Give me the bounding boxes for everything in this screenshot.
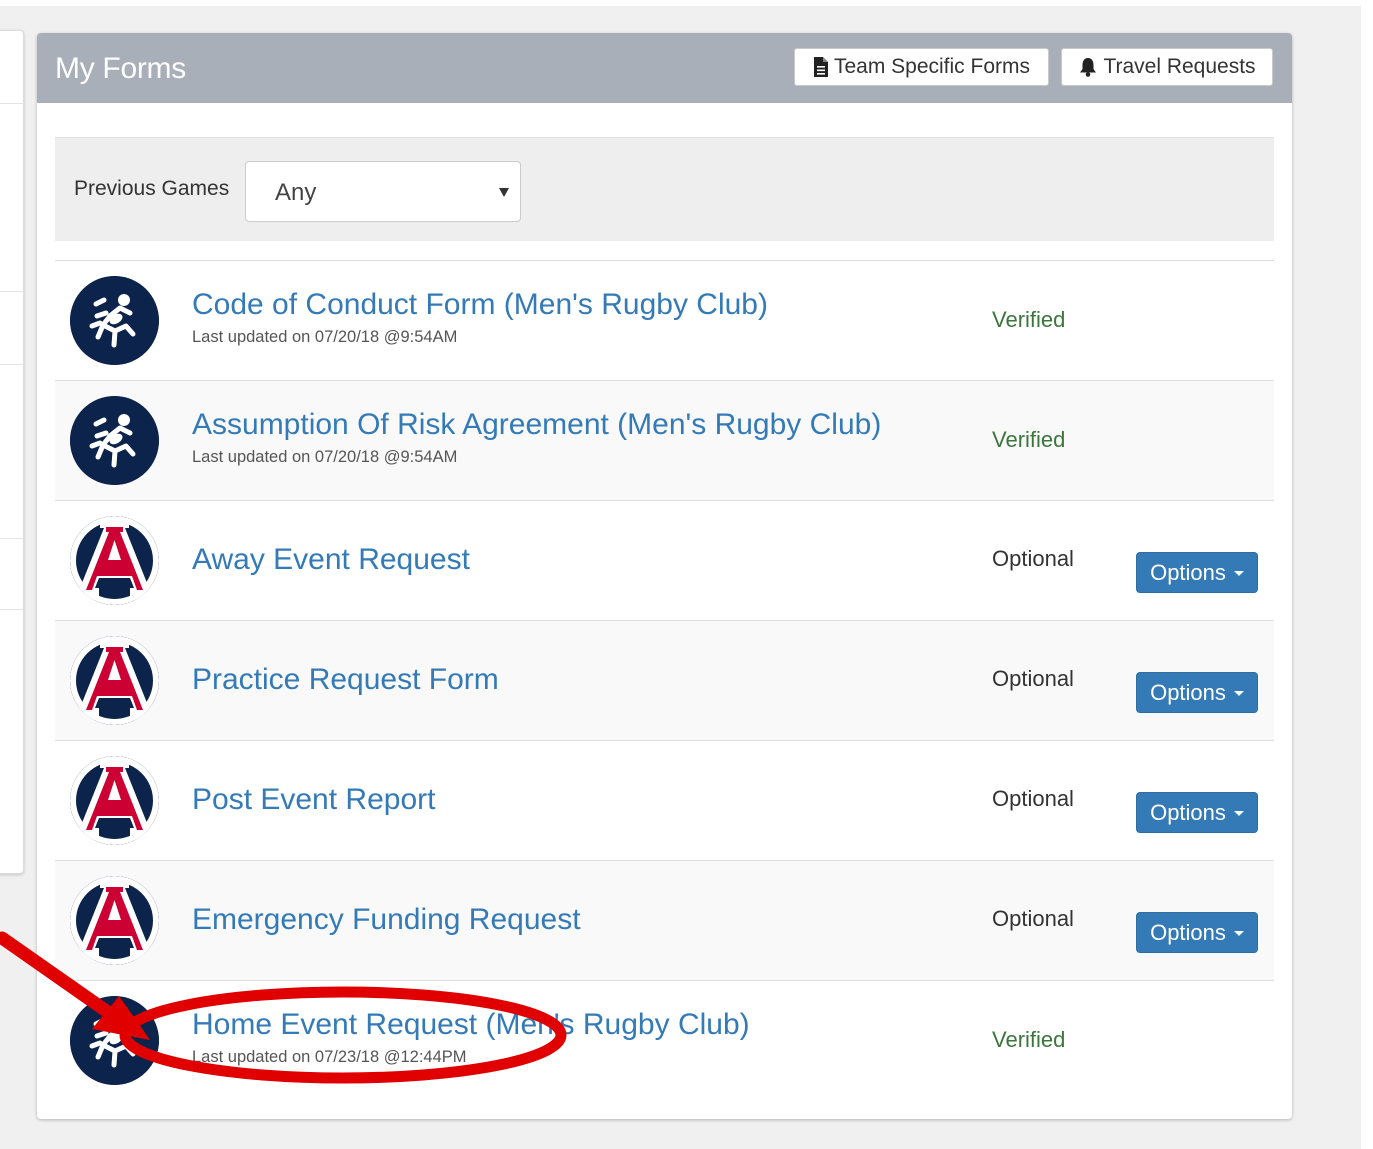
form-row: Code of Conduct Form (Men's Rugby Club) L… bbox=[55, 260, 1274, 380]
sidebar-card-edge bbox=[0, 30, 24, 874]
bell-icon bbox=[1080, 58, 1097, 77]
options-label: Options bbox=[1150, 559, 1226, 585]
form-row: Post Event Report Optional Options bbox=[55, 740, 1274, 860]
form-title-link[interactable]: Assumption Of Risk Agreement (Men's Rugb… bbox=[192, 408, 881, 442]
forms-list: Code of Conduct Form (Men's Rugby Club) L… bbox=[55, 260, 1274, 1100]
caret-down-icon bbox=[1233, 691, 1244, 696]
form-status: Optional bbox=[992, 546, 1074, 571]
caret-down-icon bbox=[499, 188, 509, 197]
form-row: Emergency Funding Request Optional Options bbox=[55, 860, 1274, 980]
options-dropdown-button[interactable]: Options bbox=[1136, 792, 1258, 833]
running-figure-logo bbox=[70, 396, 159, 485]
form-row: Assumption Of Risk Agreement (Men's Rugb… bbox=[55, 380, 1274, 500]
panel-title: My Forms bbox=[55, 52, 186, 85]
block-a-logo bbox=[70, 876, 159, 965]
form-row: Away Event Request Optional Options bbox=[55, 500, 1274, 620]
form-status: Verified bbox=[992, 307, 1066, 332]
form-title-link[interactable]: Home Event Request (Men's Rugby Club) bbox=[192, 1008, 750, 1042]
options-label: Options bbox=[1150, 799, 1226, 825]
form-title-link[interactable]: Away Event Request bbox=[192, 543, 470, 577]
options-label: Options bbox=[1150, 679, 1226, 705]
running-figure-logo bbox=[70, 996, 159, 1085]
caret-down-icon bbox=[1233, 931, 1244, 936]
travel-requests-label: Travel Requests bbox=[1103, 55, 1256, 78]
running-figure-logo bbox=[70, 276, 159, 365]
form-title-link[interactable]: Code of Conduct Form (Men's Rugby Club) bbox=[192, 288, 768, 322]
caret-down-icon bbox=[1233, 811, 1244, 816]
travel-requests-button[interactable]: Travel Requests bbox=[1061, 48, 1273, 86]
form-title-link[interactable]: Practice Request Form bbox=[192, 663, 499, 697]
form-row: Practice Request Form Optional Options bbox=[55, 620, 1274, 740]
form-status: Verified bbox=[992, 1027, 1066, 1052]
block-a-logo bbox=[70, 516, 159, 605]
filter-bar: Previous Games Any bbox=[55, 137, 1274, 241]
previous-games-select[interactable]: Any bbox=[245, 161, 521, 222]
last-updated-text: Last updated on 07/23/18 @12:44PM bbox=[192, 1048, 467, 1066]
last-updated-text: Last updated on 07/20/18 @9:54AM bbox=[192, 328, 458, 346]
block-a-logo bbox=[70, 636, 159, 725]
my-forms-panel: My Forms Team Specific Forms Travel Requ… bbox=[37, 33, 1292, 1119]
previous-games-label: Previous Games bbox=[74, 177, 230, 200]
options-dropdown-button[interactable]: Options bbox=[1136, 912, 1258, 953]
options-dropdown-button[interactable]: Options bbox=[1136, 552, 1258, 593]
form-row: Home Event Request (Men's Rugby Club) Las… bbox=[55, 980, 1274, 1100]
file-icon bbox=[813, 57, 828, 77]
form-status: Verified bbox=[992, 427, 1066, 452]
options-dropdown-button[interactable]: Options bbox=[1136, 672, 1258, 713]
form-status: Optional bbox=[992, 666, 1074, 691]
block-a-logo bbox=[70, 756, 159, 845]
options-label: Options bbox=[1150, 919, 1226, 945]
last-updated-text: Last updated on 07/20/18 @9:54AM bbox=[192, 448, 458, 466]
team-specific-forms-label: Team Specific Forms bbox=[833, 55, 1031, 78]
form-status: Optional bbox=[992, 906, 1074, 931]
caret-down-icon bbox=[1233, 571, 1244, 576]
form-title-link[interactable]: Emergency Funding Request bbox=[192, 903, 581, 937]
form-title-link[interactable]: Post Event Report bbox=[192, 783, 435, 817]
form-status: Optional bbox=[992, 786, 1074, 811]
previous-games-value: Any bbox=[275, 179, 317, 206]
team-specific-forms-button[interactable]: Team Specific Forms bbox=[794, 48, 1049, 86]
panel-header: My Forms Team Specific Forms Travel Requ… bbox=[37, 33, 1292, 103]
